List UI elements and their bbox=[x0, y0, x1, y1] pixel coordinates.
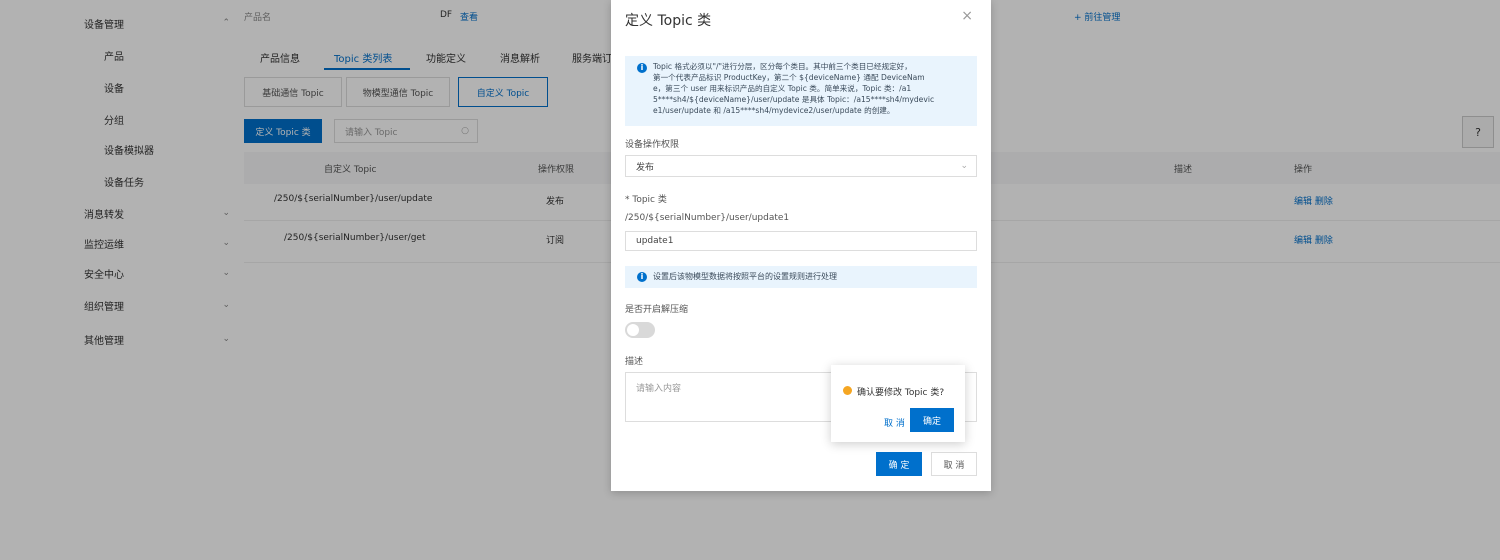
topic-input[interactable]: update1 bbox=[625, 231, 977, 251]
topic-prefix: /250/${serialNumber}/user/update1 bbox=[625, 213, 790, 223]
topic-label: * Topic 类 bbox=[625, 195, 667, 205]
info-line: 第一个代表产品标识 ProductKey，第二个 ${deviceName} 通… bbox=[653, 73, 925, 82]
toggle-knob bbox=[627, 324, 639, 336]
info-icon: i bbox=[637, 63, 647, 73]
warning-icon bbox=[843, 386, 852, 395]
info-line: 5****sh4/${deviceName}/user/update 是具体 T… bbox=[653, 95, 935, 104]
info-box: i Topic 格式必须以"/"进行分层，区分每个类目。其中前三个类目已经规定好… bbox=[625, 56, 977, 126]
chevron-down-icon: ⌄ bbox=[960, 161, 968, 171]
close-icon[interactable]: × bbox=[961, 8, 973, 24]
ok-button[interactable]: 确 定 bbox=[876, 452, 922, 476]
info-icon: i bbox=[637, 272, 647, 282]
info-text: Topic 格式必须以"/"进行分层，区分每个类目。其中前三个类目已经规定好， … bbox=[653, 61, 971, 116]
note-text: 设置后该物模型数据将按照平台的设置规则进行处理 bbox=[653, 272, 837, 281]
info-line: e，第三个 user 用来标识产品的自定义 Topic 类。简单来说，Topic… bbox=[653, 84, 912, 93]
cancel-button[interactable]: 取 消 bbox=[931, 452, 977, 476]
compress-toggle[interactable] bbox=[625, 322, 655, 338]
permission-select-value: 发布 bbox=[636, 162, 655, 173]
confirm-cancel-button[interactable]: 取 消 bbox=[884, 416, 905, 429]
confirm-popover: 确认要修改 Topic 类? 取 消 确定 bbox=[831, 365, 965, 442]
compress-label: 是否开启解压缩 bbox=[625, 305, 689, 315]
note-box: i 设置后该物模型数据将按照平台的设置规则进行处理 bbox=[625, 266, 977, 288]
confirm-ok-button[interactable]: 确定 bbox=[910, 408, 954, 432]
info-line: e1/user/update 和 /a15****sh4/mydevice2/u… bbox=[653, 106, 895, 115]
permission-label: 设备操作权限 bbox=[625, 140, 680, 150]
permission-select[interactable]: 发布 ⌄ bbox=[625, 155, 977, 177]
confirm-text: 确认要修改 Topic 类? bbox=[857, 388, 945, 398]
info-line: Topic 格式必须以"/"进行分层，区分每个类目。其中前三个类目已经规定好， bbox=[653, 62, 912, 71]
topic-input-value: update1 bbox=[636, 236, 674, 246]
description-label: 描述 bbox=[625, 357, 644, 367]
description-placeholder: 请输入内容 bbox=[636, 384, 682, 394]
modal-title: 定义 Topic 类 bbox=[625, 13, 712, 29]
